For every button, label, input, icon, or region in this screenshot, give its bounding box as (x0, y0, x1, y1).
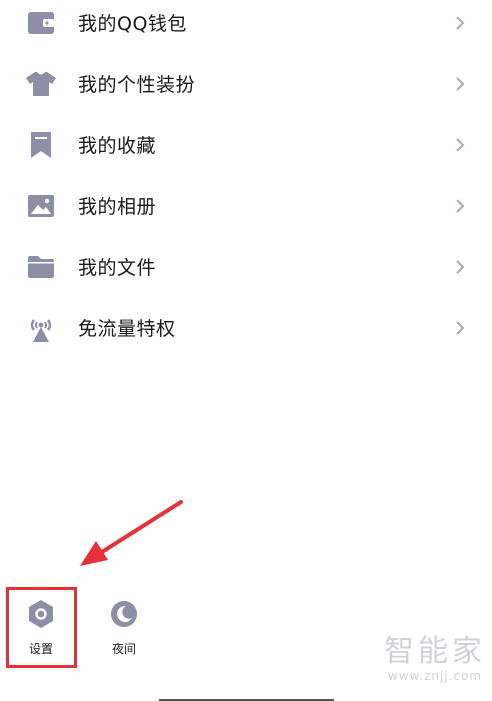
watermark-brand: 智能家 (384, 634, 486, 669)
watermark: 智能家 www.znjj.com (380, 634, 490, 684)
highlight-box (6, 587, 77, 668)
night-label: 夜间 (111, 642, 136, 656)
watermark-url: www.znjj.com (387, 669, 483, 683)
night-mode-button[interactable]: 夜间 (94, 600, 154, 670)
moon-icon (110, 600, 138, 632)
